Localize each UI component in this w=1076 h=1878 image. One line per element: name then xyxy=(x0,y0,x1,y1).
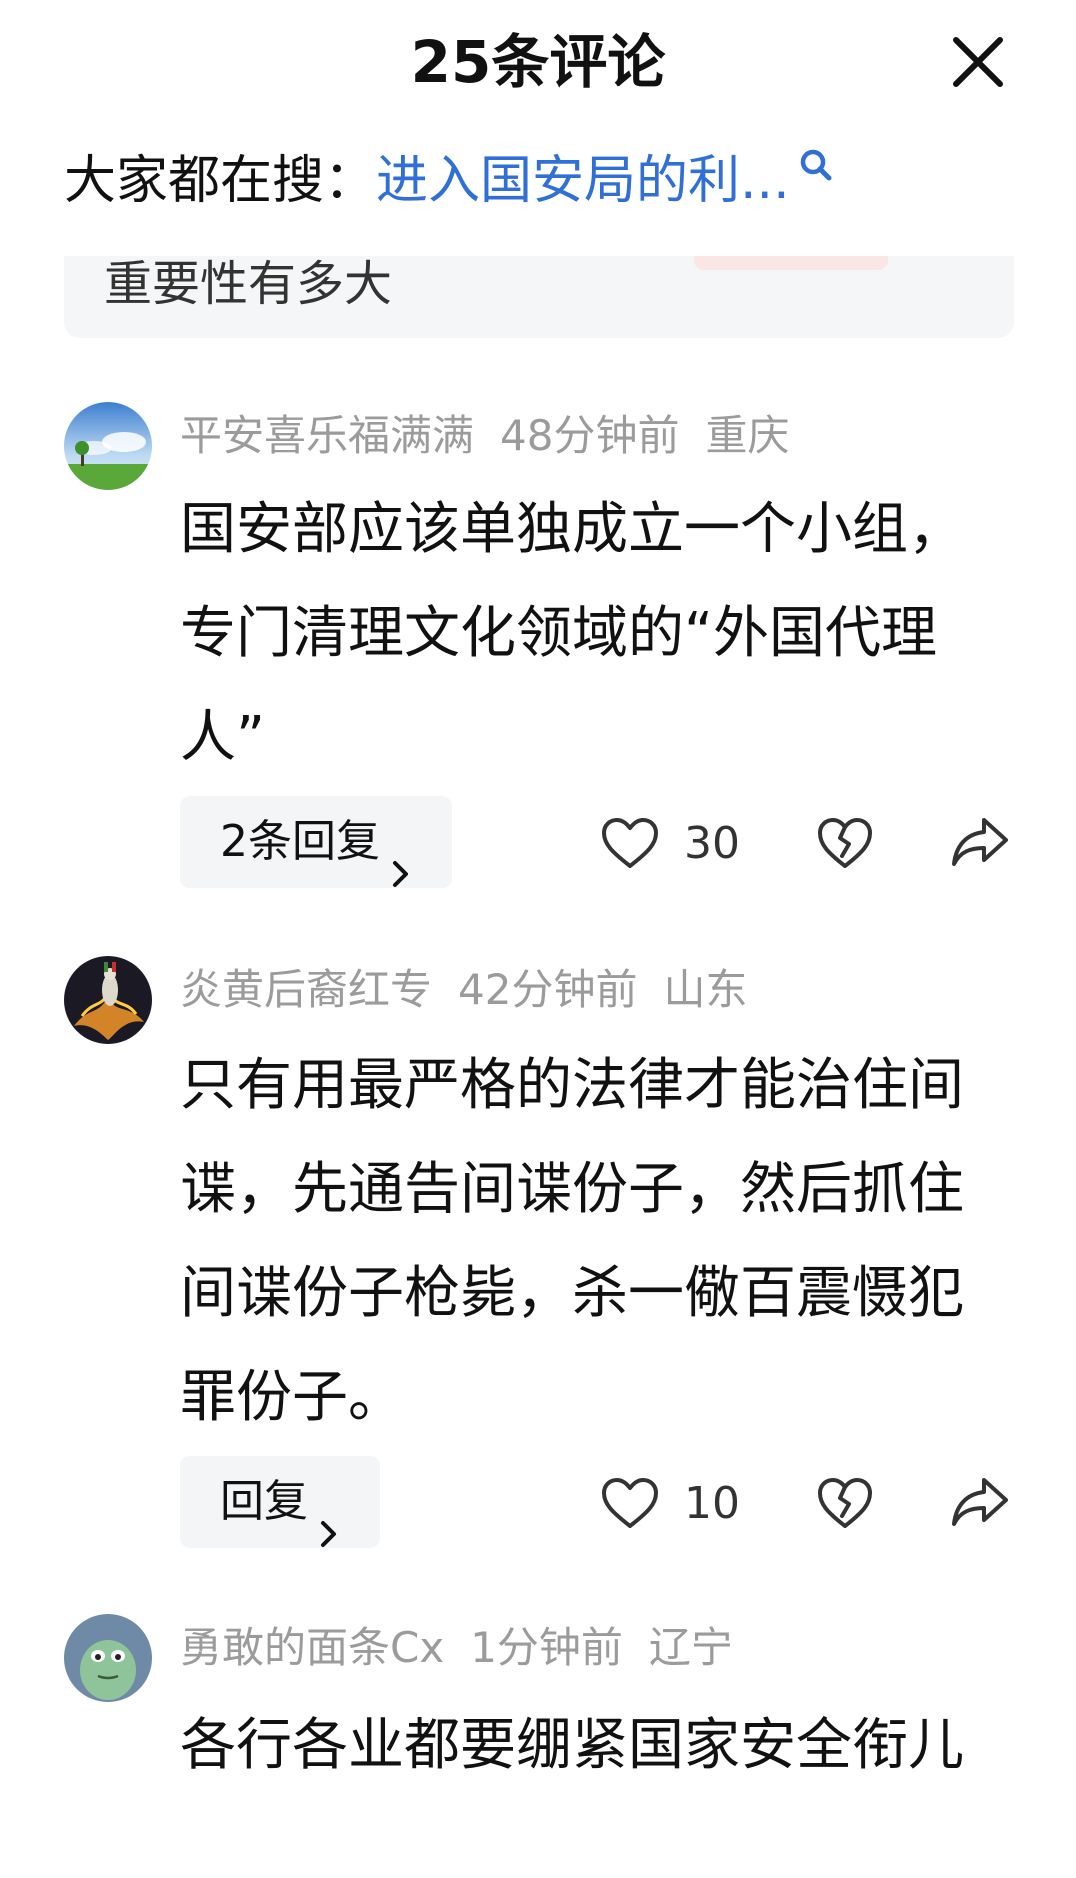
chevron-right-icon xyxy=(318,1489,340,1547)
comments-header: 25条评论 xyxy=(0,0,1076,130)
view-replies-button[interactable]: 2条回复 xyxy=(180,796,452,888)
like-button[interactable] xyxy=(600,816,660,870)
share-icon xyxy=(952,1478,1008,1526)
like-button[interactable] xyxy=(600,1476,660,1530)
related-search-card[interactable]: 重要性有多大 xyxy=(64,256,1014,338)
heart-icon xyxy=(602,1478,658,1528)
related-tag-pill xyxy=(694,256,888,270)
comment-username[interactable]: 平安喜乐福满满 xyxy=(180,411,474,460)
close-button[interactable] xyxy=(950,34,1006,90)
reply-button-label: 2条回复 xyxy=(220,816,380,867)
like-count: 10 xyxy=(684,1478,740,1529)
comment-text: 只有用最严格的法律才能治住间谍，先通告间谍份子，然后抓住间谍份子枪毙，杀一儆百震… xyxy=(180,1053,964,1430)
comments-title: 25条评论 xyxy=(410,28,666,96)
comment-meta: 勇敢的面条Cx 1分钟前 辽宁 xyxy=(180,1620,759,1676)
comment-username[interactable]: 勇敢的面条Cx xyxy=(180,1623,444,1672)
dislike-button[interactable] xyxy=(816,1476,874,1530)
comment-location: 重庆 xyxy=(705,411,790,460)
heart-icon xyxy=(602,818,658,868)
related-search-text: 重要性有多大 xyxy=(104,256,393,312)
comment-text: 国安部应该单独成立一个小组，专门清理文化领域的“外国代理人” xyxy=(180,497,964,770)
like-count: 30 xyxy=(684,818,740,869)
avatar[interactable] xyxy=(64,1614,152,1702)
comment-text: 各行各业都要绷紧国家安全衔儿 xyxy=(180,1713,964,1778)
reply-button[interactable]: 回复 xyxy=(180,1456,380,1548)
reply-button-label: 回复 xyxy=(220,1476,308,1527)
share-button[interactable] xyxy=(950,814,1010,870)
comment-meta: 炎黄后裔红专 42分钟前 山东 xyxy=(180,962,773,1018)
hot-search-label: 大家都在搜： xyxy=(64,151,377,211)
hot-search-query-link[interactable]: 进入国安局的利... xyxy=(376,151,790,211)
search-icon[interactable] xyxy=(796,146,836,186)
chevron-right-icon xyxy=(390,829,412,887)
comment-time: 48分钟前 xyxy=(500,411,680,460)
comment-location: 山东 xyxy=(663,965,748,1014)
close-icon xyxy=(953,37,1003,87)
broken-heart-icon xyxy=(818,818,872,868)
share-icon xyxy=(952,818,1008,866)
dislike-button[interactable] xyxy=(816,816,874,870)
broken-heart-icon xyxy=(818,1478,872,1528)
comment-time: 42分钟前 xyxy=(458,965,638,1014)
comment-meta: 平安喜乐福满满 48分钟前 重庆 xyxy=(180,408,815,464)
comment-time: 1分钟前 xyxy=(470,1623,623,1672)
hot-search-row: 大家都在搜：进入国安局的利... xyxy=(64,146,1004,216)
avatar[interactable] xyxy=(64,956,152,1044)
avatar[interactable] xyxy=(64,402,152,490)
comment-username[interactable]: 炎黄后裔红专 xyxy=(180,965,432,1014)
comment-location: 辽宁 xyxy=(648,1623,733,1672)
share-button[interactable] xyxy=(950,1474,1010,1530)
